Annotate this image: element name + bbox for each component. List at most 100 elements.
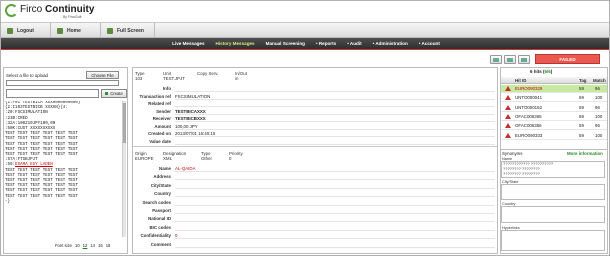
divider [1, 49, 609, 50]
message-line-text: TEST TEST TEST TEST TEST TEST [5, 147, 78, 152]
message-line-text: TEST TEST TEST TEST TEST TEST [5, 132, 78, 137]
detail-label: National ID [148, 216, 171, 222]
fullscreen-button[interactable]: Full Screen [101, 23, 155, 38]
detail-label: Name [159, 166, 171, 171]
message-line-text: TEST TEST TEST TEST TEST TEST [5, 189, 78, 194]
brand-byline: By FircoSoft [63, 15, 82, 19]
detail-value [175, 190, 495, 198]
hit-tag: 59 [579, 113, 584, 119]
message-line-text: :23B:CRED [5, 116, 28, 121]
brand-name-light: Firco [20, 4, 45, 15]
nav-item[interactable]: History Messages [216, 41, 255, 46]
message-line-text: :59: [5, 163, 16, 168]
screen-toolbar-icon[interactable] [490, 55, 502, 64]
message-line-text: TEST TEST TEST TEST TEST TEST [5, 142, 78, 147]
nav-item[interactable]: Manual Screening [266, 41, 305, 46]
message-line-text: {2:I103TESTBICB XXXXN}{4: [5, 106, 68, 111]
hits-count: 6 hits ( [530, 69, 545, 74]
font-size-option[interactable]: 14 [90, 243, 95, 248]
detail-label: Search codes [142, 199, 171, 205]
hit-match: 96 [595, 123, 600, 129]
col-match[interactable]: Match [593, 78, 606, 83]
hit-tag: 59 [579, 95, 584, 101]
hit-tag: 59 [579, 86, 584, 91]
hit-row[interactable]: OFAC006365 59 100 [501, 113, 607, 121]
field-label: Sender [156, 108, 171, 114]
detail-value [175, 199, 495, 206]
detail-label: Passport [152, 208, 171, 213]
field-value: TESTBICAXXX [175, 108, 495, 115]
message-line-text: :57A:FTSBJPJT [5, 158, 38, 163]
hits-title: 6 hits (6/6) [530, 69, 552, 74]
hit-id: OFAC006365 [515, 113, 542, 119]
copy-header: Copy Serv. [197, 71, 219, 76]
more-information-link[interactable]: More information [567, 151, 603, 156]
font-size-option[interactable]: 12 [83, 243, 88, 248]
message-text[interactable]: {1:F01 TESTBICA XXX0000000000} {2:I103TES… [5, 101, 125, 237]
hits-table-header: Hit ID Tag Match [501, 77, 607, 84]
field-label: Value date [149, 138, 171, 144]
nav-item[interactable]: • Account [419, 41, 440, 46]
message-scrollbar[interactable] [122, 101, 126, 237]
detail-label: Confidentiality [140, 233, 172, 239]
message-input[interactable] [6, 89, 99, 98]
hit-row[interactable]: UNTO000041 59 100 [501, 94, 607, 103]
field-value: 100,00 JPY [175, 123, 495, 130]
warning-icon [505, 123, 511, 129]
nav-item[interactable]: • Reports [316, 41, 336, 46]
warning-icon [505, 113, 511, 119]
message-line-text: TEST TEST TEST TEST TEST TEST [5, 168, 78, 173]
name-line: ???????? ???????? [503, 167, 540, 171]
field-value [175, 138, 495, 145]
hit-match: 96 [595, 104, 600, 110]
col-tag[interactable]: Tag [579, 78, 586, 83]
priority-value: 0 [229, 156, 232, 161]
font-size-option[interactable]: 16 [98, 243, 103, 248]
export-toolbar-icon[interactable] [504, 55, 516, 64]
font-size-option[interactable]: 18 [106, 243, 111, 248]
field-value [175, 85, 495, 92]
hit-tag: 59 [579, 104, 584, 110]
choose-file-button[interactable]: Choose File [86, 71, 119, 79]
hit-row[interactable]: UNTO000162 59 96 [501, 104, 607, 112]
hit-row[interactable]: EURO090333 59 100 [501, 132, 607, 140]
city-box[interactable] [501, 184, 605, 200]
print-toolbar-icon[interactable] [518, 55, 530, 64]
country-box[interactable] [501, 206, 605, 223]
fullscreen-icon [107, 27, 113, 34]
hyperlinks-box[interactable] [501, 230, 605, 251]
logout-icon [7, 27, 13, 34]
hit-row[interactable]: OFAC006366 59 96 [501, 122, 607, 131]
field-label: Receiver [152, 116, 171, 121]
designation-value: XML [163, 156, 173, 161]
upload-field[interactable] [6, 80, 119, 86]
detail-value [175, 182, 495, 189]
detail-label: BIC codes [149, 224, 171, 230]
synonyms-label: Synonyms [502, 151, 523, 156]
detail-value: 0 [175, 232, 495, 240]
status-badge: FAILED [535, 54, 600, 64]
unit-value: TEST.JPJT [163, 76, 185, 81]
hit-id: UNTO000041 [515, 95, 543, 101]
name-line: ???????? ???????? [503, 172, 540, 176]
field-label: Info [162, 86, 171, 91]
logout-button[interactable]: Logout [1, 23, 51, 38]
message-line-text: TEST TEST TEST TEST TEST TEST [5, 173, 78, 178]
create-button[interactable]: Create [101, 89, 127, 98]
warning-icon [505, 132, 511, 138]
font-size-option[interactable]: 10 [75, 243, 80, 248]
field-label: Amount [154, 123, 171, 129]
font-size-selector: Font size 10 12 14 16 18 [55, 243, 110, 248]
hit-row[interactable]: EURO090329 59 96 [501, 85, 607, 93]
message-line-text: -} [5, 199, 11, 204]
detail-value [175, 224, 495, 231]
message-line-text: TEST TEST TEST TEST TEST TEST [5, 184, 78, 189]
home-button[interactable]: Home [51, 23, 101, 38]
message-line: -} [5, 200, 125, 205]
message-line-text: {1:F01 TESTBICA XXX0000000000} [5, 101, 81, 105]
nav-item[interactable]: • Audit [347, 41, 361, 46]
nav-item[interactable]: Live Messages [172, 41, 204, 46]
nav-item[interactable]: • Administration [373, 41, 408, 46]
col-hit-id[interactable]: Hit ID [515, 78, 526, 83]
upload-prompt: Select a file to upload [6, 73, 48, 78]
